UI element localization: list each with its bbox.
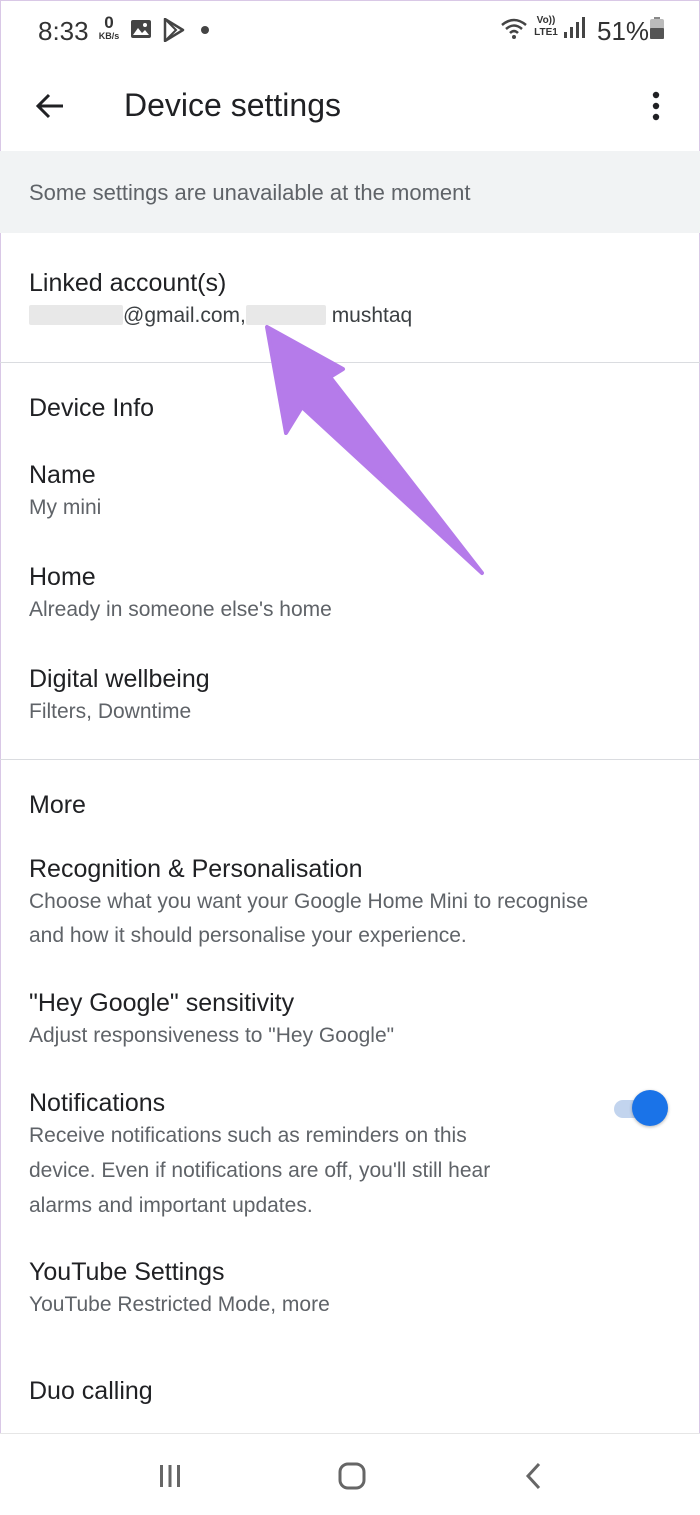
system-nav-bar [0, 1433, 700, 1515]
notifications-subtitle-line2: device. Even if notifications are off, y… [29, 1159, 491, 1182]
digital-wellbeing-row[interactable]: Digital wellbeing Filters, Downtime [29, 664, 679, 729]
device-info-section-title: Device Info [29, 394, 155, 422]
hey-google-title: "Hey Google" sensitivity [29, 989, 295, 1017]
recognition-personalisation-row[interactable]: Recognition & Personalisation Choose wha… [29, 854, 679, 953]
hey-google-subtitle: Adjust responsiveness to "Hey Google" [29, 1024, 395, 1047]
nav-back-button[interactable] [504, 1452, 564, 1500]
play-store-icon [163, 17, 185, 47]
hey-google-sensitivity-row[interactable]: "Hey Google" sensitivity Adjust responsi… [29, 988, 679, 1053]
more-options-button[interactable] [632, 82, 680, 130]
signal-icon [563, 16, 585, 45]
digital-wellbeing-value: Filters, Downtime [29, 700, 192, 723]
more-section-title: More [29, 791, 86, 819]
home-button[interactable] [322, 1452, 382, 1500]
email-suffix: @gmail.com, [123, 304, 246, 327]
home-value: Already in someone else's home [29, 598, 332, 621]
back-button[interactable] [26, 82, 74, 130]
divider [0, 759, 700, 760]
notifications-subtitle-line1: Receive notifications such as reminders … [29, 1124, 467, 1147]
recent-apps-button[interactable] [140, 1452, 200, 1500]
app-bar: Device settings [0, 62, 700, 150]
battery-icon [649, 16, 665, 45]
nav-back-icon [525, 1462, 541, 1490]
youtube-settings-title: YouTube Settings [29, 1258, 225, 1286]
net-speed-value: 0 [104, 13, 114, 32]
recent-apps-icon [160, 1465, 180, 1487]
notifications-title: Notifications [29, 1089, 166, 1117]
youtube-settings-row[interactable]: YouTube Settings YouTube Restricted Mode… [29, 1257, 679, 1322]
notifications-subtitle-line3: alarms and important updates. [29, 1194, 313, 1217]
recognition-subtitle-line1: Choose what you want your Google Home Mi… [29, 890, 589, 913]
notifications-toggle[interactable] [612, 1088, 668, 1128]
home-icon [338, 1462, 366, 1490]
battery-percentage: 51% [597, 16, 650, 46]
digital-wellbeing-title: Digital wellbeing [29, 665, 210, 693]
duo-calling-title: Duo calling [29, 1377, 153, 1405]
net-speed-indicator: 0 KB/s [96, 14, 122, 41]
status-bar: 8:33 0 KB/s Vo)) LTE1 51% [0, 0, 700, 62]
redacted-email [29, 305, 123, 325]
recognition-title: Recognition & Personalisation [29, 855, 363, 883]
annotation-arrow-icon [265, 325, 484, 575]
gallery-icon [130, 18, 152, 45]
duo-calling-row[interactable]: Duo calling [29, 1376, 679, 1406]
status-time: 8:33 [38, 16, 89, 46]
net-speed-unit: KB/s [98, 31, 120, 41]
notifications-row[interactable]: Notifications Receive notifications such… [29, 1088, 599, 1223]
notification-dot-icon [201, 26, 209, 34]
wifi-icon [500, 16, 528, 45]
volte-indicator: Vo)) LTE1 [531, 15, 561, 39]
linked-accounts-title: Linked account(s) [29, 269, 227, 297]
arrow-back-icon [35, 93, 63, 119]
more-vert-icon [652, 91, 660, 121]
banner-text: Some settings are unavailable at the mom… [29, 180, 471, 205]
toggle-knob [632, 1090, 668, 1126]
recognition-subtitle-line2: and how it should personalise your exper… [29, 924, 467, 947]
youtube-settings-subtitle: YouTube Restricted Mode, more [29, 1293, 330, 1316]
volte-label: Vo)) [536, 15, 556, 26]
page-title: Device settings [124, 87, 341, 123]
unavailable-banner: Some settings are unavailable at the mom… [0, 151, 700, 233]
lte-label: LTE1 [534, 27, 558, 38]
